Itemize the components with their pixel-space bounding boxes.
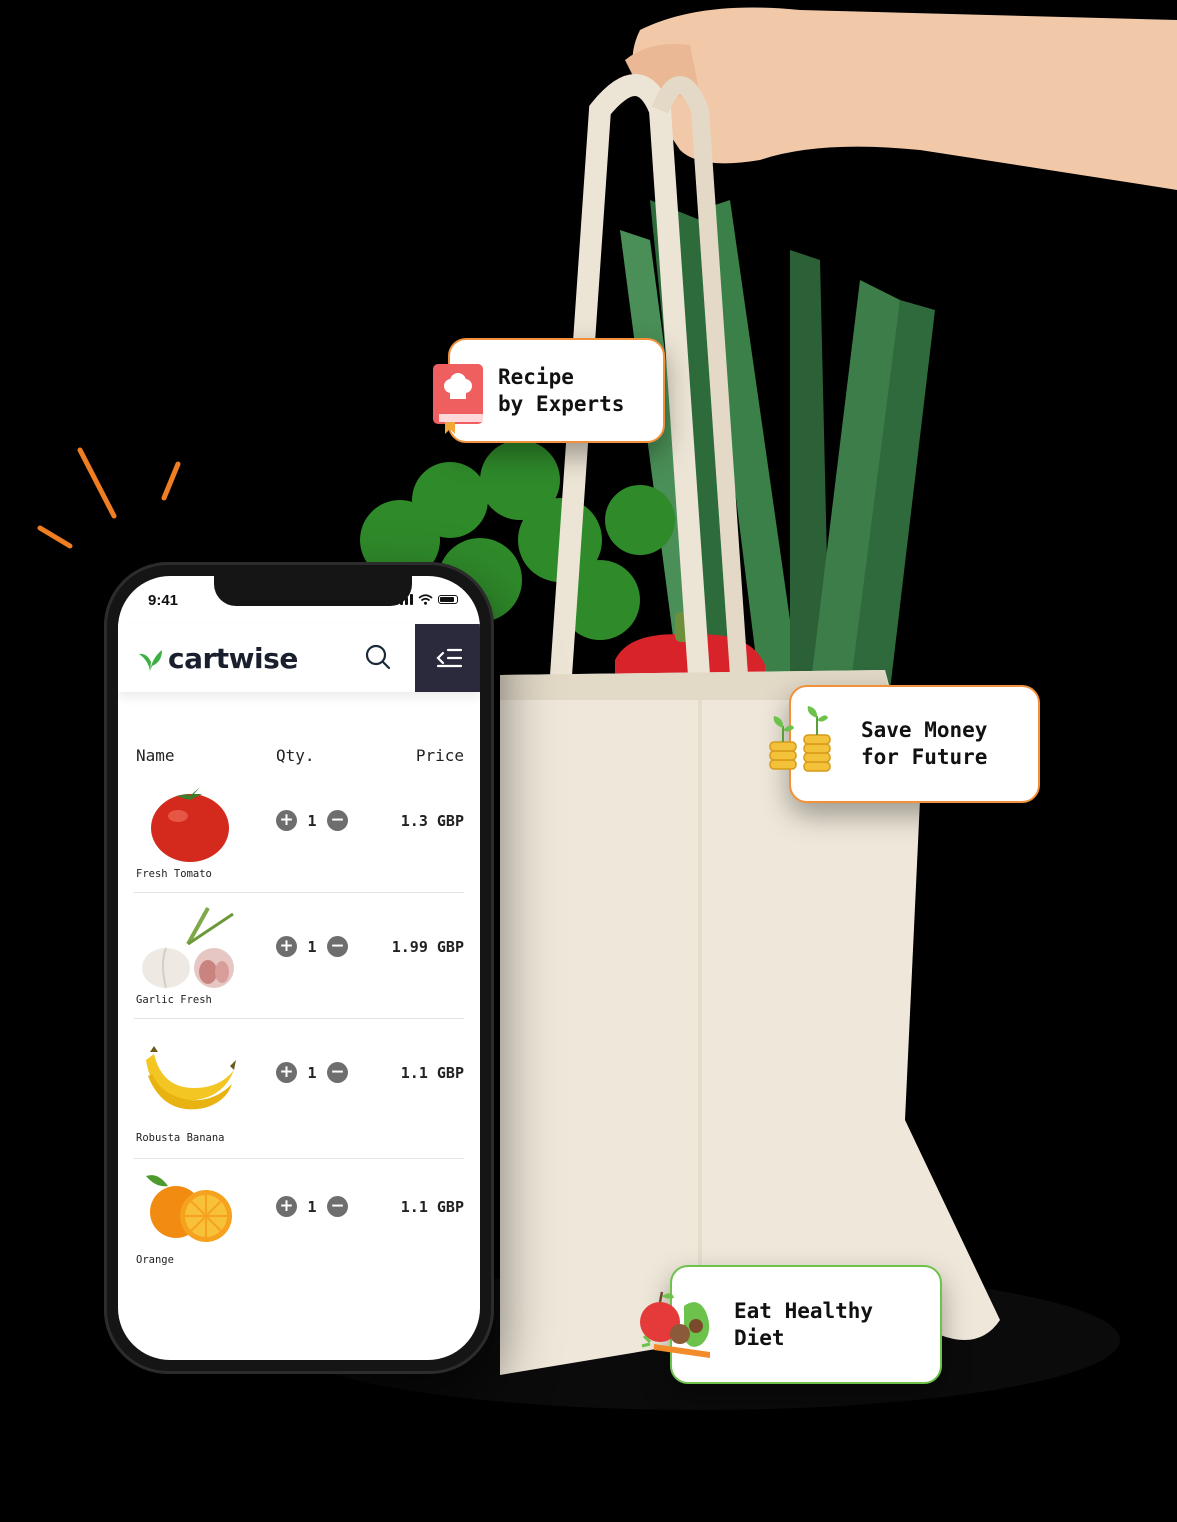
product-name: Orange: [136, 1254, 174, 1266]
item-price: 1.99 GBP: [391, 938, 464, 956]
battery-icon: [438, 595, 458, 604]
search-icon: [365, 644, 391, 670]
orange-icon: [146, 1175, 232, 1242]
qty-control: + 1 −: [276, 1062, 348, 1083]
increment-button[interactable]: +: [276, 1196, 297, 1217]
leaf-logo-icon: [139, 649, 162, 671]
decrement-button[interactable]: −: [327, 1196, 348, 1217]
hero-scene: 9:41 cartwise Name Qty. Price Fresh Toma…: [0, 0, 1177, 1522]
brand-name: cartwise: [168, 642, 298, 675]
tomato-icon: [151, 787, 229, 862]
qty-value: 1: [307, 1063, 317, 1082]
product-name: Garlic Fresh: [136, 994, 212, 1006]
qty-control: + 1 −: [276, 936, 348, 957]
garlic-icon: [142, 907, 234, 989]
header-name: Name: [136, 746, 175, 765]
badge-line: Diet: [734, 1325, 785, 1350]
header-price: Price: [415, 746, 464, 765]
increment-button[interactable]: +: [276, 810, 297, 831]
cart-row-tomato: Fresh Tomato + 1 − 1.3 GBP: [134, 772, 464, 893]
app-screen: 9:41 cartwise Name Qty. Price Fresh Toma…: [118, 576, 480, 1360]
cart-row-garlic: Garlic Fresh + 1 − 1.99 GBP: [134, 898, 464, 1019]
phone-notch: [214, 576, 412, 606]
fruits-vegetables-icon: [640, 1291, 710, 1358]
menu-button[interactable]: [415, 624, 480, 692]
item-price: 1.1 GBP: [400, 1198, 464, 1216]
banana-icon: [146, 1046, 236, 1110]
app-header: cartwise: [118, 624, 480, 692]
recipe-book-icon: [433, 364, 483, 434]
search-button[interactable]: [363, 642, 393, 672]
increment-button[interactable]: +: [276, 936, 297, 957]
qty-control: + 1 −: [276, 1196, 348, 1217]
menu-collapse-icon: [436, 648, 463, 668]
badge-line: by Experts: [498, 391, 625, 416]
qty-value: 1: [307, 811, 317, 830]
cart-row-banana: Robusta Banana + 1 − 1.1 GBP: [134, 1024, 464, 1159]
increment-button[interactable]: +: [276, 1062, 297, 1083]
cart-table-header: Name Qty. Price: [136, 746, 464, 768]
coins-sprout-icon: [769, 706, 831, 772]
item-price: 1.3 GBP: [400, 812, 464, 830]
qty-value: 1: [307, 1197, 317, 1216]
badge-line: Eat Healthy: [734, 1298, 874, 1323]
badge-line: Recipe: [498, 364, 574, 389]
decrement-button[interactable]: −: [327, 1062, 348, 1083]
product-name: Robusta Banana: [136, 1132, 225, 1144]
status-time: 9:41: [148, 592, 179, 609]
phone-mockup: 9:41 cartwise Name Qty. Price Fresh Toma…: [104, 562, 494, 1374]
qty-value: 1: [307, 937, 317, 956]
item-price: 1.1 GBP: [400, 1064, 464, 1082]
qty-control: + 1 −: [276, 810, 348, 831]
badge-line: for Future: [861, 745, 988, 769]
decrement-button[interactable]: −: [327, 810, 348, 831]
product-name: Fresh Tomato: [136, 868, 212, 880]
header-qty: Qty.: [276, 746, 315, 765]
sparkle-icon: [37, 447, 181, 549]
wifi-icon: [418, 594, 433, 605]
badge-line: Save Money: [861, 718, 988, 742]
decrement-button[interactable]: −: [327, 936, 348, 957]
cart-row-orange: Orange + 1 − 1.1 GBP: [134, 1158, 464, 1278]
brand-logo[interactable]: cartwise: [136, 642, 298, 675]
